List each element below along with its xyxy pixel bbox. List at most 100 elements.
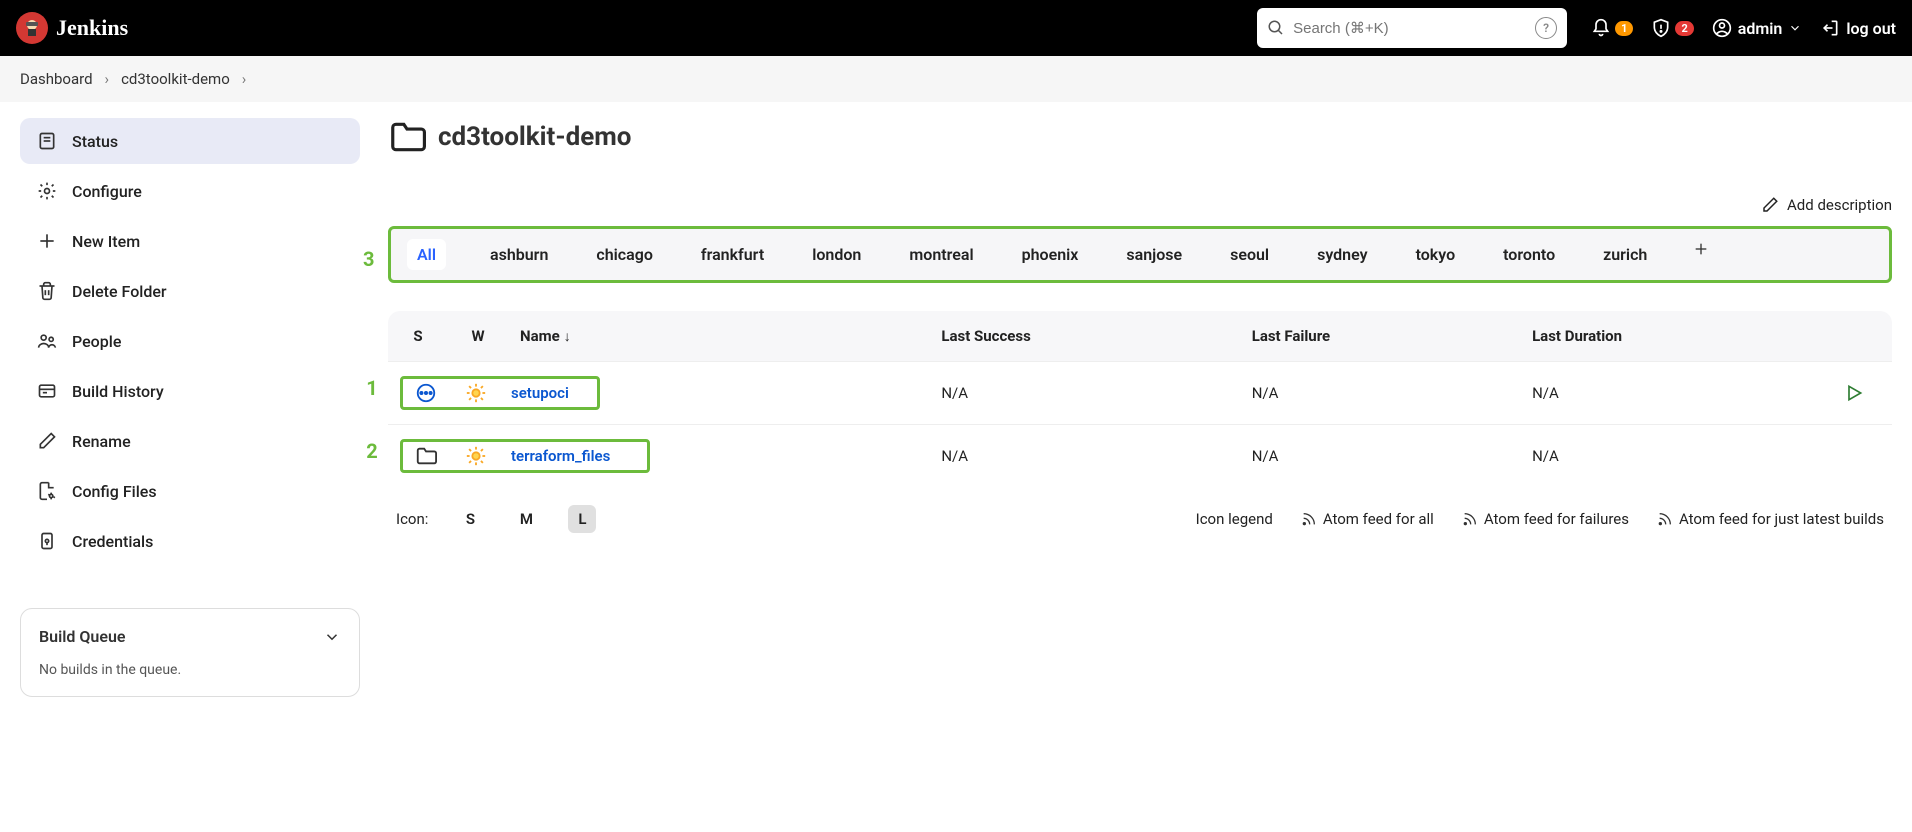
- row-highlight: terraform_files: [400, 439, 650, 473]
- build-queue-panel: Build Queue No builds in the queue.: [20, 608, 360, 697]
- size-m[interactable]: M: [512, 505, 540, 533]
- tab-frankfurt[interactable]: frankfurt: [697, 239, 768, 270]
- sidebar-item-delete-folder[interactable]: Delete Folder: [20, 268, 360, 314]
- folder-icon: [411, 445, 441, 467]
- sidebar-item-config-files[interactable]: Config Files: [20, 468, 360, 514]
- view-tabs: 3 All ashburn chicago frankfurt london m…: [388, 226, 1892, 283]
- col-s[interactable]: S: [388, 311, 448, 362]
- col-w[interactable]: W: [448, 311, 508, 362]
- notifications-button[interactable]: 1: [1591, 18, 1633, 38]
- shield-alert-icon: [1651, 18, 1671, 38]
- table-row: 2 terraform_files N/A N/A N/A: [388, 425, 1892, 488]
- sidebar-item-label: Build History: [72, 382, 164, 401]
- sidebar: Status Configure New Item Delete Folder …: [20, 118, 360, 697]
- sidebar-item-rename[interactable]: Rename: [20, 418, 360, 464]
- bell-icon: [1591, 18, 1611, 38]
- logout-icon: [1820, 18, 1840, 38]
- play-icon: [1844, 383, 1864, 403]
- size-s[interactable]: S: [456, 505, 484, 533]
- feed-latest-link[interactable]: Atom feed for just latest builds: [1657, 510, 1884, 528]
- help-icon[interactable]: ?: [1535, 17, 1557, 39]
- tab-ashburn[interactable]: ashburn: [486, 239, 552, 270]
- security-badge: 2: [1675, 21, 1693, 36]
- table-footer: Icon: S M L Icon legend Atom feed for al…: [388, 487, 1892, 551]
- rss-icon: [1462, 511, 1478, 527]
- sidebar-item-label: Configure: [72, 182, 142, 201]
- sidebar-item-build-history[interactable]: Build History: [20, 368, 360, 414]
- annotation-2: 2: [360, 439, 384, 463]
- search-input[interactable]: [1293, 20, 1527, 37]
- logout-button[interactable]: log out: [1820, 18, 1896, 38]
- icon-label: Icon:: [396, 510, 428, 528]
- weather-sunny-icon: [461, 445, 491, 467]
- tab-chicago[interactable]: chicago: [592, 239, 657, 270]
- icon-legend-link[interactable]: Icon legend: [1196, 510, 1273, 528]
- status-notbuilt-icon: [411, 382, 441, 404]
- weather-sunny-icon: [461, 382, 491, 404]
- annotation-3: 3: [363, 247, 374, 271]
- tab-all[interactable]: All: [407, 239, 446, 270]
- job-link-terraform-files[interactable]: terraform_files: [511, 447, 610, 465]
- security-button[interactable]: 2: [1651, 18, 1693, 38]
- feed-all-link[interactable]: Atom feed for all: [1301, 510, 1434, 528]
- feed-failures-link[interactable]: Atom feed for failures: [1462, 510, 1629, 528]
- add-description-button[interactable]: Add description: [1761, 196, 1892, 214]
- col-last-failure[interactable]: Last Failure: [1240, 311, 1520, 362]
- tab-sydney[interactable]: sydney: [1313, 239, 1371, 270]
- credentials-icon: [36, 530, 58, 552]
- job-link-setupoci[interactable]: setupoci: [511, 384, 569, 402]
- add-desc-label: Add description: [1787, 196, 1892, 214]
- logout-label: log out: [1846, 19, 1896, 38]
- col-name[interactable]: Name↓: [508, 311, 929, 362]
- history-icon: [36, 380, 58, 402]
- page-title-text: cd3toolkit-demo: [438, 122, 631, 152]
- tab-tokyo[interactable]: tokyo: [1412, 239, 1460, 270]
- queue-title: Build Queue: [39, 627, 126, 646]
- trash-icon: [36, 280, 58, 302]
- chevron-right-icon: ›: [242, 70, 247, 88]
- status-icon: [36, 130, 58, 152]
- chevron-down-icon: [1788, 21, 1802, 35]
- user-menu[interactable]: admin: [1712, 18, 1803, 38]
- sidebar-item-new-item[interactable]: New Item: [20, 218, 360, 264]
- cell-last-success: N/A: [929, 362, 1239, 425]
- logo[interactable]: Jenkins: [16, 12, 128, 44]
- tab-seoul[interactable]: seoul: [1226, 239, 1273, 270]
- build-queue-toggle[interactable]: Build Queue: [39, 627, 341, 646]
- annotation-1: 1: [360, 376, 384, 400]
- plus-icon: [1693, 241, 1709, 257]
- sidebar-item-credentials[interactable]: Credentials: [20, 518, 360, 564]
- tab-phoenix[interactable]: phoenix: [1018, 239, 1083, 270]
- plus-icon: [36, 230, 58, 252]
- run-button[interactable]: [1844, 383, 1880, 403]
- sidebar-item-label: Config Files: [72, 482, 157, 501]
- breadcrumb-folder[interactable]: cd3toolkit-demo: [121, 70, 230, 88]
- sidebar-item-label: Rename: [72, 432, 131, 451]
- tab-sanjose[interactable]: sanjose: [1122, 239, 1186, 270]
- sidebar-item-label: Credentials: [72, 532, 153, 551]
- rss-icon: [1657, 511, 1673, 527]
- size-l[interactable]: L: [568, 505, 596, 533]
- pencil-icon: [36, 430, 58, 452]
- cell-last-failure: N/A: [1240, 362, 1520, 425]
- sidebar-item-people[interactable]: People: [20, 318, 360, 364]
- col-last-duration[interactable]: Last Duration: [1520, 311, 1832, 362]
- sidebar-item-status[interactable]: Status: [20, 118, 360, 164]
- col-last-success[interactable]: Last Success: [929, 311, 1239, 362]
- tab-toronto[interactable]: toronto: [1499, 239, 1559, 270]
- people-icon: [36, 330, 58, 352]
- tab-montreal[interactable]: montreal: [905, 239, 977, 270]
- tab-london[interactable]: london: [808, 239, 865, 270]
- breadcrumb-dashboard[interactable]: Dashboard: [20, 70, 93, 88]
- tab-zurich[interactable]: zurich: [1599, 239, 1651, 270]
- table-row: 1 setupoci N/A N/A N/A: [388, 362, 1892, 425]
- page-title: cd3toolkit-demo: [388, 118, 1892, 156]
- add-tab-button[interactable]: [1691, 239, 1711, 259]
- search-box[interactable]: ?: [1257, 8, 1567, 48]
- chevron-right-icon: ›: [105, 70, 110, 88]
- rss-icon: [1301, 511, 1317, 527]
- chevron-down-icon: [323, 628, 341, 646]
- search-icon: [1267, 19, 1285, 37]
- top-header: Jenkins ? 1 2 admin log out: [0, 0, 1912, 56]
- sidebar-item-configure[interactable]: Configure: [20, 168, 360, 214]
